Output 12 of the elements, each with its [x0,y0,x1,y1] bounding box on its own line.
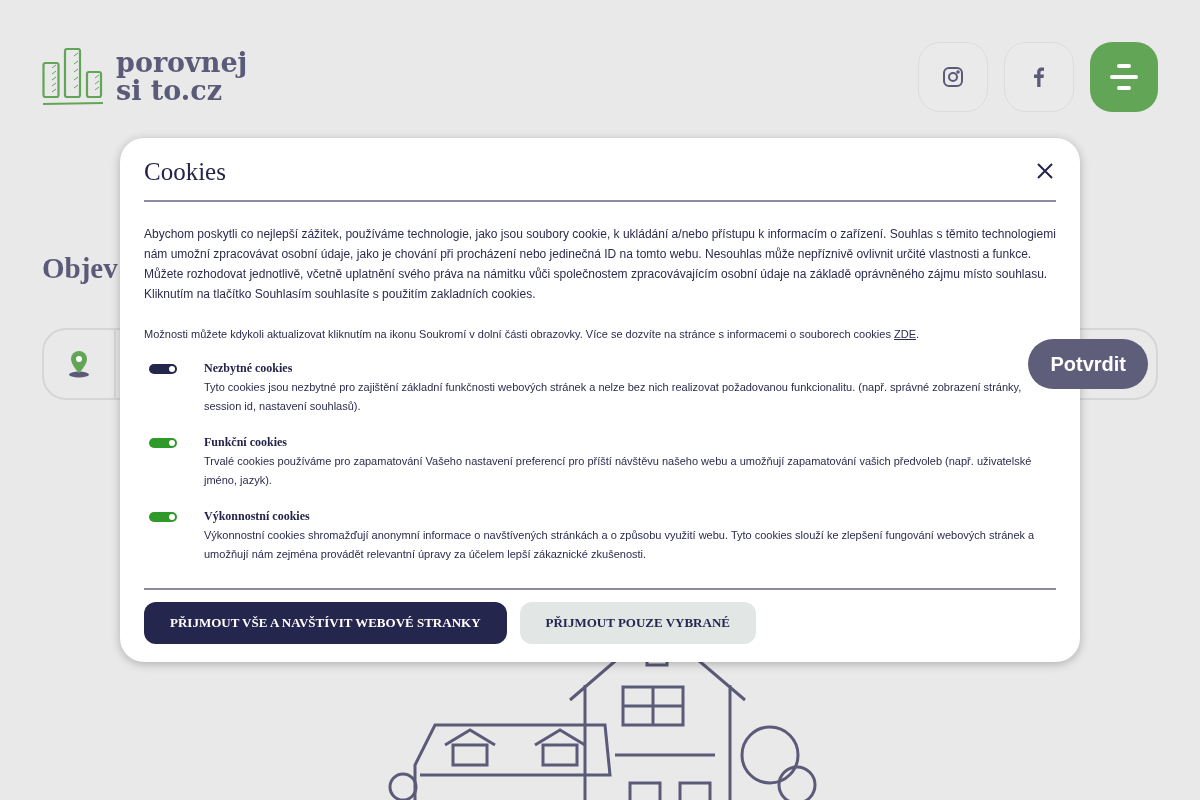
category-description: Tyto cookies jsou nezbytné pro zajištění základní funkčnosti webových stránek a nelze bez nich realizovat požadovanou funkcionalitu. (např. správné zobrazení stránky, session id, nastavení souhlasů). [204,380,1023,414]
category-title: Výkonnostní cookies [204,508,311,524]
logo-text: porovnej [116,49,248,77]
category-description: Trvalé cookies používáme pro zapamatování Vašeho nastavení preferencí pro příští návštěvu našeho webu a umožňují zapamatování vašich předvoleb (např. uživatelské jméno, jazyk). [204,454,1033,488]
category-title: Funkční cookies [204,434,288,450]
dialog-title: Cookies [144,158,226,186]
page-heading: Objev [42,251,118,286]
settings-note: Možnosti můžete kdykoli aktualizovat kliknutím na ikonu Soukromí v dolní části obrazovky. Více se dozvíte na stránce s informacemi o souborech cookies ZDE. [144,327,921,342]
logo-text: si to.cz [116,77,223,105]
category-title: Nezbytné cookies [204,360,294,376]
category-description: Výkonnostní cookies shromažďují anonymní informace o navštívených stránkách a o způsobu využití webu. Tyto cookies slouží ke zlepšení fungování webových stránek a umožňují nám zejména provádět relevantní úpravy za účelem lepší zákaznické zkušenosti. [204,528,1036,562]
intro-text: Abychom poskytli co nejlepší zážitek, používáme technologie, jako jsou soubory cookie, k ukládání a/nebo přístupu k informacím o zařízení. Souhlas s těmito technologiemi nám umožní zpracovávat osobní údaje, jako je chování při procházení nebo jedinečná ID na tomto webu. Nesouhlas může nepříznivě ovlivnit určité vlastnosti a funkce. Můžete rozhodovat jednotlivě, včetně uplatnění svého práva na námitku vůči společnostem zpracovávajícím osobní údaje na základě oprávněného zájmu místo souhlasu. Kliknutím na tlačítko Souhlasím souhlasíte s použitím zakladních cookies. [144,226,1056,303]
